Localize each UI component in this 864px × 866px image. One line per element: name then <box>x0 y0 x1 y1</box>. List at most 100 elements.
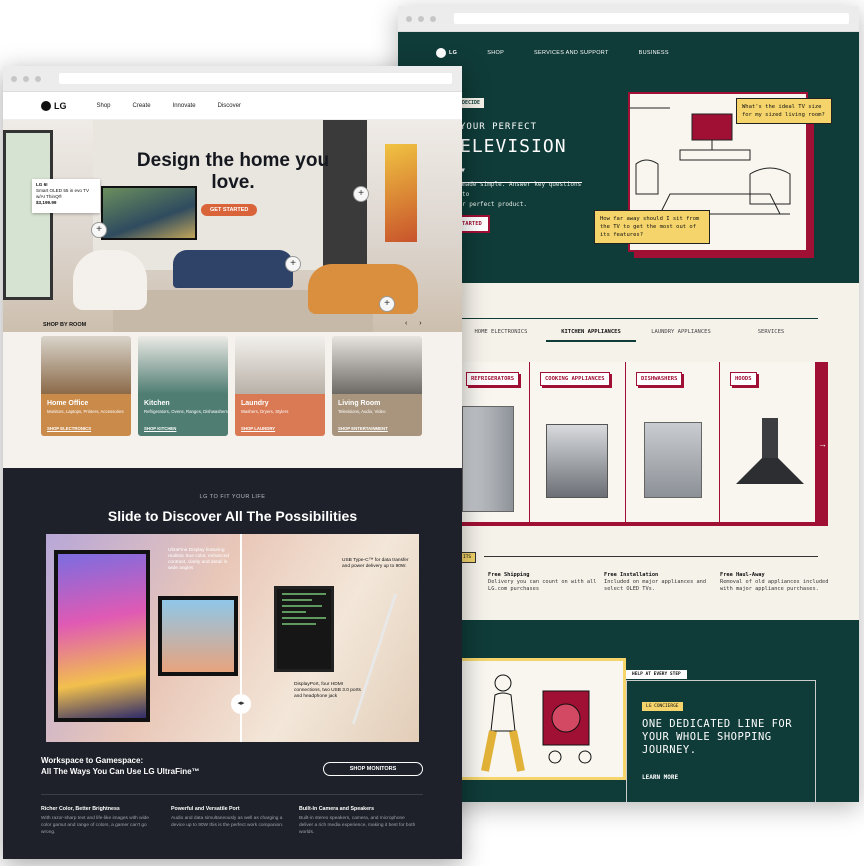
feature-text: Audio and data simultaneously as well as… <box>171 816 284 828</box>
room-sub: Refrigerators, Ovens, Ranges, Dishwasher… <box>144 409 228 414</box>
appliance-card-hoods[interactable]: HOODS <box>720 362 816 522</box>
tab-home-electronics[interactable]: HOME ELECTRONICS <box>456 324 546 342</box>
feature-text: With razor-sharp text and life-like imag… <box>41 816 149 835</box>
benefit-text: Included on major appliances and select … <box>604 579 707 592</box>
room-card-kitchen[interactable]: Kitchen Refrigerators, Ovens, Ranges, Di… <box>138 336 228 436</box>
main-nav: LG Shop Create Innovate Discover <box>3 92 462 120</box>
appliance-label: HOODS <box>730 372 757 386</box>
section-title: Slide to Discover All The Possibilities <box>107 508 358 524</box>
plus-icon[interactable]: + <box>285 256 301 272</box>
appliance-label: DISHWASHERS <box>636 372 683 386</box>
room-card-laundry[interactable]: Laundry Washers, Dryers, Stylers SHOP LA… <box>235 336 325 436</box>
tab-services[interactable]: SERVICES <box>726 324 816 342</box>
appliance-card-refrigerators[interactable]: REFRIGERATORS <box>456 362 530 522</box>
learn-more-link[interactable]: LEARN MORE <box>642 774 678 781</box>
hero-title: Design the home you love. <box>136 150 330 193</box>
appliance-card-dishwashers[interactable]: DISHWASHERS <box>626 362 720 522</box>
address-bar[interactable] <box>454 13 849 24</box>
shop-monitors-button[interactable]: SHOP MONITORS <box>323 762 423 776</box>
lg-logo-icon <box>41 100 51 111</box>
product-name: Smart OLED 55 in evo TV w/AI ThinQ® <box>36 188 90 199</box>
section-eyebrow: LG TO FIT YOUR LIFE <box>199 494 266 500</box>
code-line <box>282 611 306 613</box>
window-dot[interactable] <box>11 75 17 82</box>
lg-logo[interactable]: LG <box>436 48 457 58</box>
wall-art <box>385 144 417 242</box>
browser-chrome <box>3 66 462 92</box>
carousel-arrows[interactable]: ‹ › <box>405 320 427 327</box>
tv-type-dropdown[interactable]: ELEVISION ▾ <box>460 136 582 183</box>
benefit-shipping: Free Shipping Delivery you can count on … <box>488 572 598 593</box>
window-dot[interactable] <box>23 75 29 82</box>
code-line <box>282 617 326 619</box>
appliance-carousel: REFRIGERATORS COOKING APPLIANCES DISHWAS… <box>456 362 828 526</box>
room-cta[interactable]: SHOP KITCHEN <box>144 426 176 431</box>
tv-artwork <box>101 186 197 240</box>
logo-text: LG <box>449 50 458 56</box>
address-bar[interactable] <box>59 73 452 84</box>
get-started-button[interactable]: GET STARTED <box>201 204 258 216</box>
code-line <box>282 593 326 595</box>
feature-title: Richer Color, Better Brightness <box>41 806 120 812</box>
back-nav: LG SHOP SERVICES AND SUPPORT BUSINESS <box>436 48 669 58</box>
workspace-title: Workspace to Gamespace: All The Ways You… <box>41 756 200 776</box>
category-divider <box>456 318 818 319</box>
room-sub: Monitors, Laptops, Printers, Accessories <box>47 409 124 414</box>
benefit-title: Free Haul-Away <box>720 572 765 578</box>
code-line <box>282 605 322 607</box>
nav-shop[interactable]: SHOP <box>487 50 504 56</box>
window-dot[interactable] <box>430 15 436 22</box>
plus-icon[interactable]: + <box>353 186 369 202</box>
viewing-distance-question[interactable]: How far away should I sit from the TV to… <box>594 210 710 244</box>
tab-kitchen-appliances[interactable]: KITCHEN APPLIANCES <box>546 324 636 342</box>
tab-laundry-appliances[interactable]: LAUNDRY APPLIANCES <box>636 324 726 342</box>
feature-text: Built-in stereo speakers, camera, and mi… <box>299 816 416 835</box>
room-image <box>138 336 228 394</box>
product-price: $3,199.99 <box>36 200 57 205</box>
slider-handle-icon[interactable]: ◂▸ <box>231 694 251 714</box>
feature-title: Built-In Camera and Speakers <box>299 806 375 812</box>
shop-by-room-heading: SHOP BY ROOM <box>43 322 87 328</box>
code-monitor <box>274 586 334 672</box>
feature-color: Richer Color, Better Brightness With raz… <box>41 806 159 836</box>
room-name: Home Office <box>47 400 89 407</box>
nav-discover[interactable]: Discover <box>218 103 241 109</box>
lg-logo-icon <box>436 48 446 58</box>
window-dot[interactable] <box>406 15 412 22</box>
landscape-monitor <box>158 596 238 676</box>
nav-shop[interactable]: Shop <box>97 103 111 109</box>
room-sub: Washers, Dryers, Stylers <box>241 409 289 414</box>
tv-size-question[interactable]: What's the ideal TV size for my sized li… <box>736 98 832 124</box>
benefit-installation: Free Installation Included on major appl… <box>604 572 714 593</box>
room-sub: Televisions, Audio, Video <box>338 409 386 414</box>
lg-logo[interactable]: LG <box>41 100 67 111</box>
monitor-section: LG TO FIT YOUR LIFE Slide to Discover Al… <box>3 468 462 859</box>
room-cta[interactable]: SHOP ELECTRONICS <box>47 426 91 431</box>
hero-line-1: YOUR PERFECT <box>460 122 538 132</box>
plus-icon[interactable]: + <box>379 296 395 312</box>
nav-business[interactable]: BUSINESS <box>639 50 669 56</box>
help-tag: HELP AT EVERY STEP <box>626 670 687 679</box>
portrait-monitor <box>54 550 150 722</box>
benefit-title: Free Installation <box>604 572 659 578</box>
product-tooltip[interactable]: LG 6I Smart OLED 55 in evo TV w/AI ThinQ… <box>32 179 100 213</box>
room-image <box>332 336 422 394</box>
appliance-label: COOKING APPLIANCES <box>540 372 610 386</box>
before-after-slider[interactable]: UltraFine Display featuring realistic tr… <box>46 534 419 742</box>
hero-body: made simple. Answer key questions to r p… <box>462 181 582 208</box>
arrow-right-icon[interactable]: → <box>818 439 827 449</box>
room-cta[interactable]: SHOP LAUNDRY <box>241 426 275 431</box>
nav-services[interactable]: SERVICES AND SUPPORT <box>534 50 609 56</box>
nav-innovate[interactable]: Innovate <box>173 103 196 109</box>
room-card-home-office[interactable]: Home Office Monitors, Laptops, Printers,… <box>41 336 131 436</box>
plus-icon[interactable]: + <box>91 222 107 238</box>
callout-ports: DisplayPort, four HDMI connections, two … <box>294 682 361 699</box>
nav-create[interactable]: Create <box>133 103 151 109</box>
room-card-living-room[interactable]: Living Room Televisions, Audio, Video SH… <box>332 336 422 436</box>
window-dot[interactable] <box>418 15 424 22</box>
room-cta[interactable]: SHOP ENTERTAINMENT <box>338 426 388 431</box>
window-dot[interactable] <box>35 75 41 82</box>
hood-image <box>736 418 804 484</box>
appliance-card-cooking[interactable]: COOKING APPLIANCES <box>530 362 626 522</box>
room-image <box>235 336 325 394</box>
